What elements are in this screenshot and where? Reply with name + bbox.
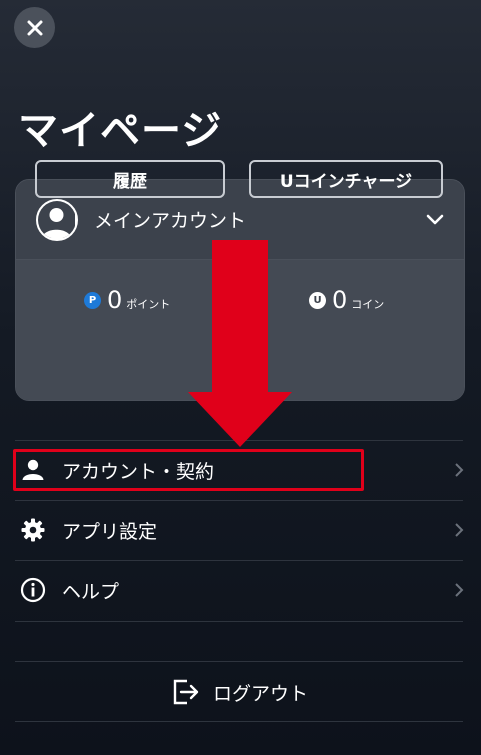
points-balance: P 0 ポイント xyxy=(84,286,170,314)
menu-item-app-settings[interactable]: アプリ設定 xyxy=(0,501,481,559)
divider xyxy=(15,621,463,622)
menu-item-label: アプリ設定 xyxy=(62,520,158,543)
highlight-box xyxy=(13,449,364,491)
red-arrow-icon xyxy=(188,240,292,447)
gear-icon xyxy=(20,517,46,543)
divider xyxy=(15,661,463,662)
chevron-right-icon xyxy=(455,523,464,537)
avatar-icon xyxy=(38,200,75,238)
logout-button[interactable]: ログアウト xyxy=(0,663,481,721)
coins-balance: U 0 コイン xyxy=(309,286,384,314)
coins-unit: コイン xyxy=(351,298,385,311)
page-title: マイページ xyxy=(18,108,223,154)
chevron-right-icon xyxy=(455,583,464,597)
close-button[interactable] xyxy=(14,7,55,48)
coins-value: 0 xyxy=(332,286,348,314)
points-icon: P xyxy=(84,291,101,309)
logout-icon xyxy=(173,679,199,705)
account-name: メインアカウント xyxy=(94,210,247,232)
coin-icon: U xyxy=(309,291,326,309)
avatar xyxy=(36,198,78,241)
divider xyxy=(15,721,463,722)
coin-charge-button[interactable]: Uコインチャージ xyxy=(249,160,443,198)
menu-item-label: ヘルプ xyxy=(62,580,120,603)
info-icon xyxy=(20,577,46,603)
close-icon xyxy=(27,20,42,35)
chevron-right-icon xyxy=(455,463,464,477)
chevron-down-icon[interactable] xyxy=(426,214,444,226)
history-button[interactable]: 履歴 xyxy=(35,160,225,198)
points-unit: ポイント xyxy=(126,298,171,311)
logout-label: ログアウト xyxy=(212,682,308,705)
points-value: 0 xyxy=(107,286,123,314)
menu-item-help[interactable]: ヘルプ xyxy=(0,561,481,619)
